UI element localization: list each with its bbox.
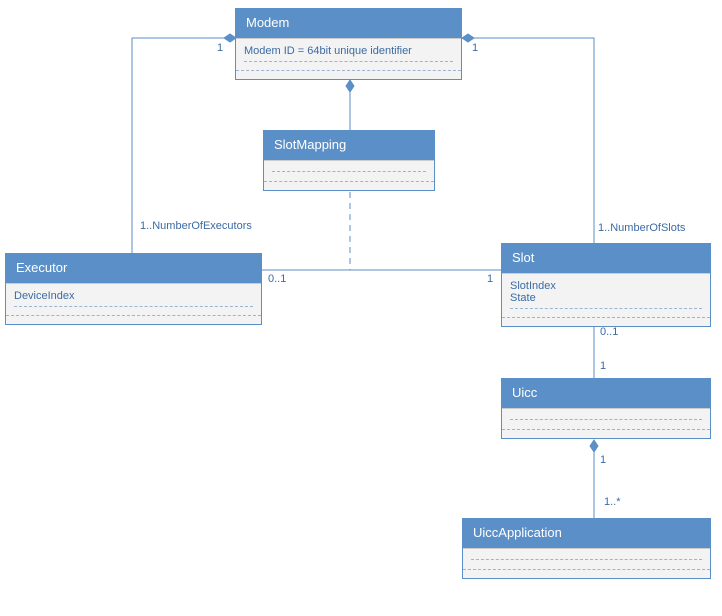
class-uicc-title: Uicc bbox=[502, 379, 710, 408]
slot-attr-slotindex: SlotIndex bbox=[510, 280, 702, 292]
class-modem: Modem Modem ID = 64bit unique identifier bbox=[235, 8, 462, 80]
class-slot: Slot SlotIndex State bbox=[501, 243, 711, 327]
class-modem-attr: Modem ID = 64bit unique identifier bbox=[236, 38, 461, 70]
class-slotmapping: SlotMapping bbox=[263, 130, 435, 191]
mult-num-slots: 1..NumberOfSlots bbox=[598, 222, 685, 234]
mult-slot-zeroone: 0..1 bbox=[600, 326, 618, 338]
class-slot-title: Slot bbox=[502, 244, 710, 273]
mult-num-executors: 1..NumberOfExecutors bbox=[140, 220, 252, 232]
mult-modem-left-one: 1 bbox=[217, 42, 223, 54]
slot-attr-state: State bbox=[510, 292, 702, 304]
mult-uiccapp-onestar: 1..* bbox=[604, 496, 621, 508]
class-modem-title: Modem bbox=[236, 9, 461, 38]
modem-attr-id: Modem ID = 64bit unique identifier bbox=[244, 45, 453, 57]
executor-attr-deviceindex: DeviceIndex bbox=[14, 290, 253, 302]
class-uicc: Uicc bbox=[501, 378, 711, 439]
class-executor: Executor DeviceIndex bbox=[5, 253, 262, 325]
mult-slot-one: 1 bbox=[487, 273, 493, 285]
mult-uicc-one-bottom: 1 bbox=[600, 454, 606, 466]
class-uiccapplication: UiccApplication bbox=[462, 518, 711, 579]
class-slotmapping-title: SlotMapping bbox=[264, 131, 434, 160]
mult-exec-zeroone: 0..1 bbox=[268, 273, 286, 285]
class-executor-title: Executor bbox=[6, 254, 261, 283]
mult-uicc-one-top: 1 bbox=[600, 360, 606, 372]
mult-modem-right-one: 1 bbox=[472, 42, 478, 54]
class-uiccapplication-title: UiccApplication bbox=[463, 519, 710, 548]
